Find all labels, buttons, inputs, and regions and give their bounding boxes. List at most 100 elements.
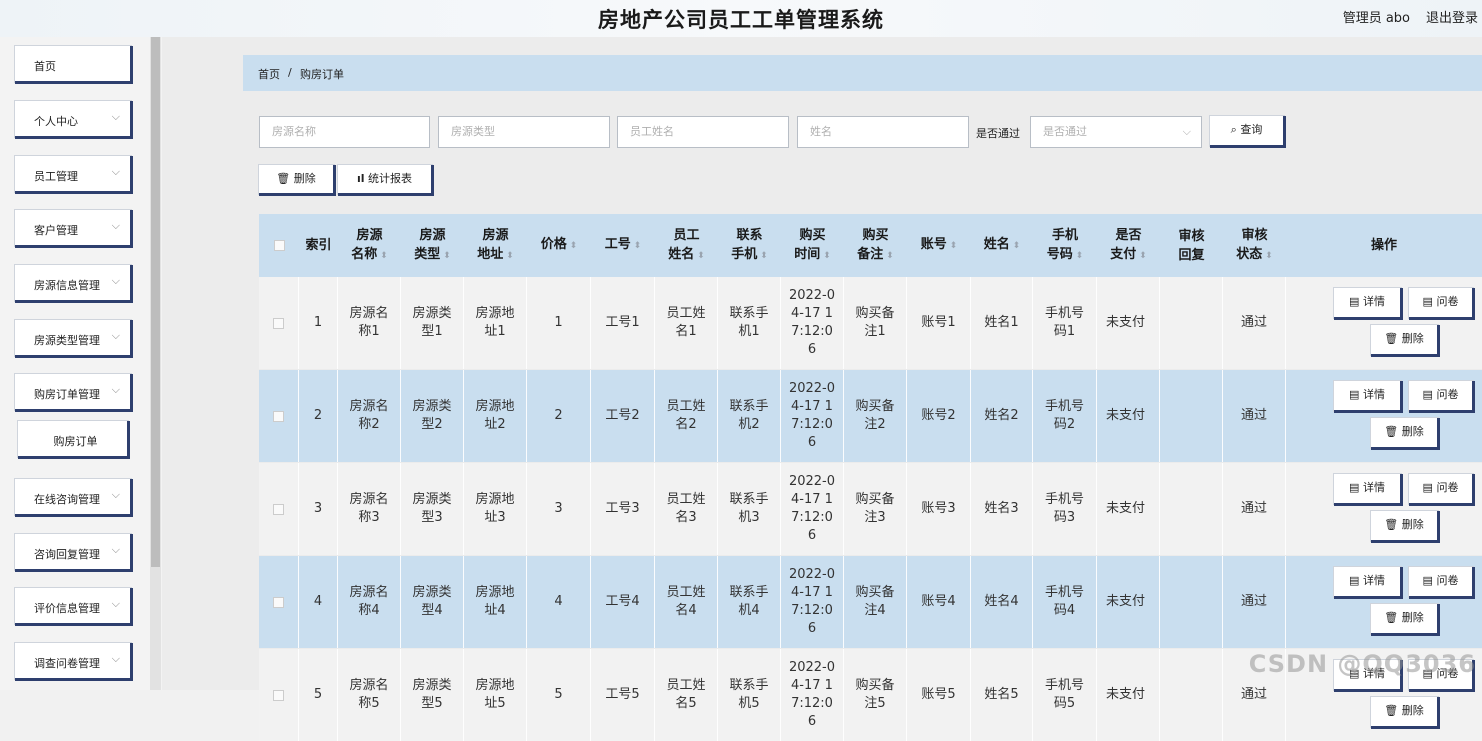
column-header[interactable]: 购买 备注 ⬍ — [844, 214, 907, 277]
sort-icon[interactable]: ⬍ — [1073, 251, 1084, 261]
survey-button[interactable]: ▤ 问卷 — [1409, 288, 1475, 320]
sidebar-item[interactable]: 客户管理 ⌵ — [15, 210, 133, 248]
row-checkbox-cell[interactable] — [259, 370, 299, 462]
column-header[interactable]: 购买 时间 ⬍ — [781, 214, 844, 277]
trash-icon: 🗑 — [1384, 611, 1399, 624]
sidebar-item-label: 在线咨询管理 — [34, 493, 100, 506]
detail-button[interactable]: ▤ 详情 — [1334, 381, 1403, 413]
cell-actions: ▤ 详情 ▤ 问卷 🗑 删除 — [1286, 277, 1482, 369]
row-checkbox-cell[interactable] — [259, 556, 299, 648]
stats-report-button[interactable]: ıl 统计报表 — [338, 165, 434, 196]
table-row[interactable]: 3 房源名 称3 房源类 型3 房源地 址3 3 工号3 员工姓 名3 联系手 机3 2022-0 4-17… — [259, 463, 1482, 555]
sidebar-item-label: 房源信息管理 — [34, 279, 100, 292]
sidebar-item[interactable]: 个人中心 ⌵ — [15, 101, 133, 139]
sort-icon[interactable]: ⬍ — [1010, 241, 1021, 251]
sidebar-item[interactable]: 咨询回复管理 ⌵ — [15, 534, 133, 572]
column-header[interactable]: 审核 状态 ⬍ — [1223, 214, 1286, 277]
sort-icon[interactable]: ⬍ — [440, 251, 451, 261]
column-header[interactable]: 姓名 ⬍ — [971, 214, 1033, 277]
row-delete-button[interactable]: 🗑 删除 — [1371, 604, 1440, 636]
row-checkbox[interactable] — [273, 596, 284, 608]
house-name-input[interactable]: 房源名称 — [259, 116, 430, 148]
sidebar-item[interactable]: 调查问卷管理 ⌵ — [15, 643, 133, 681]
sort-icon[interactable]: ⬍ — [820, 251, 831, 261]
row-checkbox-cell[interactable] — [259, 277, 299, 369]
row-checkbox[interactable] — [273, 689, 284, 701]
column-header[interactable]: 工号 ⬍ — [591, 214, 655, 277]
sort-icon[interactable]: ⬍ — [567, 241, 578, 251]
column-header[interactable]: 员工 姓名 ⬍ — [655, 214, 718, 277]
survey-button[interactable]: ▤ 问卷 — [1409, 567, 1475, 599]
column-header[interactable]: 房源 地址 ⬍ — [464, 214, 527, 277]
detail-button[interactable]: ▤ 详情 — [1334, 288, 1403, 320]
sort-icon[interactable]: ⬍ — [1262, 251, 1273, 261]
detail-button[interactable]: ▤ 详情 — [1334, 474, 1403, 506]
sidebar-item[interactable]: 员工管理 ⌵ — [15, 156, 133, 194]
survey-button[interactable]: ▤ 问卷 — [1409, 381, 1475, 413]
row-checkbox-cell[interactable] — [259, 463, 299, 555]
column-header[interactable]: 账号 ⬍ — [907, 214, 971, 277]
top-bar: 房地产公司员工工单管理系统 管理员 abo 退出登录 — [0, 0, 1482, 37]
row-delete-button[interactable]: 🗑 删除 — [1371, 325, 1440, 357]
table-row[interactable]: 1 房源名 称1 房源类 型1 房源地 址1 1 工号1 员工姓 名1 联系手 机1 2022-0 4-17… — [259, 277, 1482, 369]
row-delete-button-label: 删除 — [1401, 518, 1424, 531]
breadcrumb-home[interactable]: 首页 — [258, 66, 280, 82]
cell-person: 姓名1 — [971, 277, 1033, 369]
name-input[interactable]: 姓名 — [797, 116, 969, 148]
employee-name-input[interactable]: 员工姓名 — [617, 116, 789, 148]
detail-button-label: 详情 — [1362, 481, 1385, 494]
cell-type: 房源类 型4 — [401, 556, 464, 648]
sidebar-item[interactable]: 房源类型管理 ⌵ — [15, 320, 133, 358]
logout-link[interactable]: 退出登录 — [1426, 7, 1478, 26]
sidebar-item[interactable]: 购房订单管理 ⌵ — [15, 374, 133, 412]
column-header[interactable]: 房源 名称 ⬍ — [338, 214, 401, 277]
column-header[interactable]: 手机 号码 ⬍ — [1033, 214, 1097, 277]
cell-paid: 未支付 — [1097, 370, 1160, 462]
sidebar-item-label: 咨询回复管理 — [34, 548, 100, 561]
sidebar-item[interactable]: 购房订单 — [18, 421, 130, 459]
column-header[interactable]: 房源 类型 ⬍ — [401, 214, 464, 277]
house-type-input[interactable]: 房源类型 — [438, 116, 610, 148]
table-row[interactable]: 4 房源名 称4 房源类 型4 房源地 址4 4 工号4 员工姓 名4 联系手 机4 2022-0 4-17… — [259, 556, 1482, 648]
column-header[interactable]: 价格 ⬍ — [527, 214, 591, 277]
sort-icon[interactable]: ⬍ — [377, 251, 388, 261]
column-header[interactable]: 联系 手机 ⬍ — [718, 214, 781, 277]
detail-button[interactable]: ▤ 详情 — [1334, 567, 1403, 599]
bulk-delete-button[interactable]: 🗑 删除 — [259, 165, 336, 196]
cell-mobile: 手机号 码5 — [1033, 649, 1097, 741]
select-all-checkbox[interactable] — [273, 240, 285, 251]
column-header[interactable]: 是否 支付 ⬍ — [1097, 214, 1160, 277]
select-all-checkbox-cell[interactable] — [259, 214, 299, 277]
row-checkbox[interactable] — [273, 410, 284, 422]
row-delete-button[interactable]: 🗑 删除 — [1371, 697, 1440, 729]
cell-person: 姓名2 — [971, 370, 1033, 462]
sidebar-scrollbar-thumb[interactable] — [151, 37, 160, 567]
sidebar-item[interactable]: 评价信息管理 ⌵ — [15, 588, 133, 626]
row-checkbox[interactable] — [273, 503, 284, 515]
query-button-label: 查询 — [1240, 123, 1263, 136]
sidebar-item[interactable]: 在线咨询管理 ⌵ — [15, 479, 133, 517]
row-checkbox[interactable] — [273, 317, 284, 329]
cell-phone: 联系手 机1 — [718, 277, 781, 369]
sidebar-item[interactable]: 房源信息管理 ⌵ — [15, 265, 133, 303]
row-delete-button[interactable]: 🗑 删除 — [1371, 511, 1440, 543]
cell-price: 4 — [527, 556, 591, 648]
trash-icon: 🗑 — [1384, 332, 1399, 345]
sort-icon[interactable]: ⬍ — [947, 241, 958, 251]
row-delete-button[interactable]: 🗑 删除 — [1371, 418, 1440, 450]
sidebar-item[interactable]: 首页 — [15, 46, 133, 84]
pass-filter-select[interactable]: 是否通过 ⌵ — [1030, 116, 1202, 148]
sort-icon[interactable]: ⬍ — [1136, 251, 1147, 261]
survey-button[interactable]: ▤ 问卷 — [1409, 474, 1475, 506]
sort-icon[interactable]: ⬍ — [757, 251, 768, 261]
sidebar-item-label: 个人中心 — [34, 115, 78, 128]
cell-status: 通过 — [1223, 370, 1286, 462]
stats-report-label: 统计报表 — [368, 172, 413, 185]
sort-icon[interactable]: ⬍ — [883, 251, 894, 261]
sort-icon[interactable]: ⬍ — [631, 241, 642, 251]
query-button[interactable]: ⌕ 查询 — [1210, 116, 1286, 148]
table-row[interactable]: 2 房源名 称2 房源类 型2 房源地 址2 2 工号2 员工姓 名2 联系手 机2 2022-0 4-17… — [259, 370, 1482, 462]
row-checkbox-cell[interactable] — [259, 649, 299, 741]
sort-icon[interactable]: ⬍ — [503, 251, 514, 261]
sort-icon[interactable]: ⬍ — [694, 251, 705, 261]
